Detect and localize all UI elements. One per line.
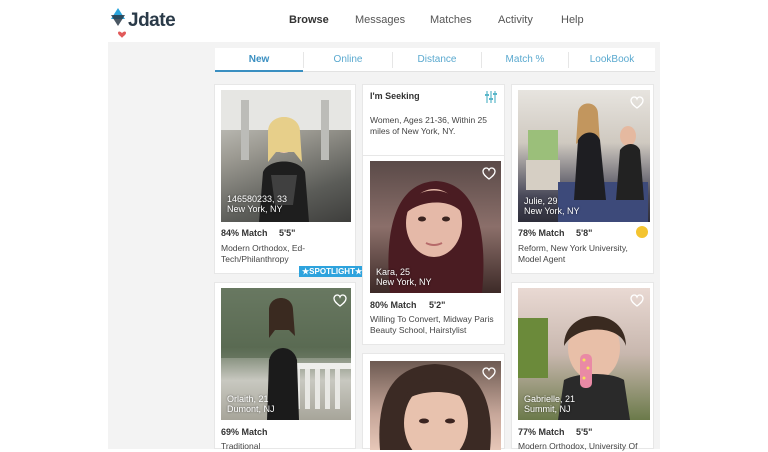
profile-height: 5'8": [576, 228, 593, 238]
match-percent: 80% Match: [370, 300, 417, 310]
profile-card[interactable]: 146580233, 33 New York, NY 84% Match 5'5…: [214, 84, 366, 277]
spotlight-label: SPOTLIGHT: [309, 267, 355, 276]
profile-photo[interactable]: 146580233, 33 New York, NY: [221, 90, 351, 222]
seeking-criteria: Women, Ages 21-36, Within 25 miles of Ne…: [370, 115, 488, 136]
profile-height: 5'5": [279, 228, 296, 238]
profile-name: Julie, 29: [524, 196, 558, 206]
profile-description: Willing To Convert, Midway Paris Beauty …: [370, 314, 494, 335]
heart-icon[interactable]: [630, 96, 644, 109]
tab-distance[interactable]: Distance: [393, 48, 481, 72]
profile-location: Dumont, NJ: [227, 404, 275, 414]
profile-card[interactable]: [362, 353, 505, 450]
profile-description: Traditional: [221, 441, 261, 451]
nav-matches[interactable]: Matches: [430, 14, 472, 26]
tab-lookbook[interactable]: LookBook: [569, 48, 655, 72]
online-chat-icon[interactable]: [636, 226, 648, 238]
brand-name: Jdate: [128, 10, 176, 31]
match-percent: 69% Match: [221, 427, 268, 437]
filter-sliders-icon[interactable]: [484, 90, 498, 104]
tab-new[interactable]: New: [215, 48, 303, 72]
profile-card[interactable]: Gabrielle, 21 Summit, NJ 77% Match 5'5" …: [511, 282, 654, 451]
profile-location: New York, NY: [524, 206, 580, 216]
match-percent: 84% Match: [221, 228, 268, 238]
tab-online[interactable]: Online: [304, 48, 392, 72]
profile-name: Orlaith, 21: [227, 394, 269, 404]
profile-location: New York, NY: [227, 204, 283, 214]
match-percent: 78% Match: [518, 228, 565, 238]
match-percent: 77% Match: [518, 427, 565, 437]
profile-location: Summit, NJ: [524, 404, 571, 414]
profile-location: New York, NY: [376, 277, 432, 287]
profile-name: 146580233, 33: [227, 194, 288, 204]
top-header: Jdate Browse Messages Matches Activity H…: [0, 0, 768, 42]
heart-icon[interactable]: [333, 294, 347, 307]
profile-card[interactable]: Kara, 25 New York, NY 80% Match 5'2" Wil…: [362, 155, 505, 345]
profile-height: 5'5": [576, 427, 593, 437]
profile-card[interactable]: Julie, 29 New York, NY 78% Match 5'8" Re…: [511, 84, 654, 274]
jdate-logo[interactable]: Jdate: [110, 6, 176, 40]
profile-height: 5'2": [429, 300, 446, 310]
star-of-david-icon: [111, 8, 126, 38]
profile-name: Gabrielle, 21: [524, 394, 576, 404]
tab-match-percent[interactable]: Match %: [482, 48, 568, 72]
nav-browse[interactable]: Browse: [289, 14, 329, 26]
profile-card[interactable]: Orlaith, 21 Dumont, NJ 69% Match Traditi…: [214, 282, 356, 451]
sort-tabs: New Online Distance Match % LookBook: [215, 48, 655, 72]
profile-photo[interactable]: Julie, 29 New York, NY: [518, 90, 650, 222]
profile-photo[interactable]: [370, 361, 501, 450]
spotlight-badge: ★SPOTLIGHT★: [299, 266, 366, 277]
heart-icon[interactable]: [482, 167, 496, 180]
heart-icon[interactable]: [482, 367, 496, 380]
nav-activity[interactable]: Activity: [498, 14, 533, 26]
profile-photo[interactable]: Kara, 25 New York, NY: [370, 161, 501, 293]
nav-messages[interactable]: Messages: [355, 14, 405, 26]
heart-icon[interactable]: [630, 294, 644, 307]
profile-description: Modern Orthodox, Ed-Tech/Philanthropy: [221, 243, 306, 264]
profile-name: Kara, 25: [376, 267, 411, 277]
browse-content: New Online Distance Match % LookBook 146…: [108, 42, 660, 451]
seeking-title: I'm Seeking: [370, 91, 420, 101]
profile-photo[interactable]: Orlaith, 21 Dumont, NJ: [221, 288, 351, 420]
nav-help[interactable]: Help: [561, 14, 584, 26]
profile-description: Modern Orthodox, University Of: [518, 441, 638, 451]
profile-photo[interactable]: Gabrielle, 21 Summit, NJ: [518, 288, 650, 420]
profile-description: Reform, New York University, Model Agent: [518, 243, 628, 264]
